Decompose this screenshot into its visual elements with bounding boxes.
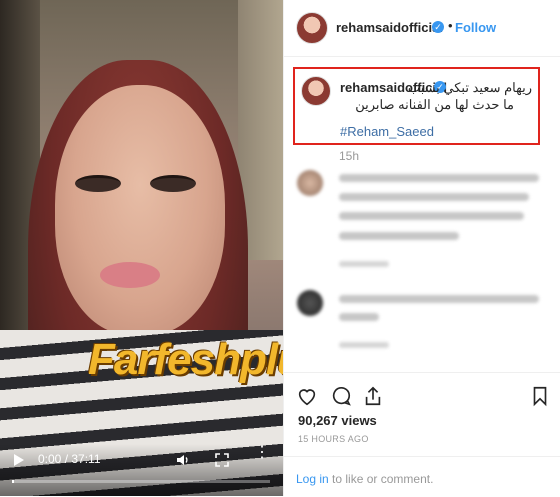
blurred-comment-text bbox=[339, 193, 529, 201]
action-bar bbox=[284, 372, 560, 417]
blurred-comment-text bbox=[339, 232, 459, 240]
comment-avatar[interactable] bbox=[297, 170, 323, 196]
video-controls: 0:00 / 37:11 ⋮ bbox=[0, 444, 283, 496]
separator-dot: • bbox=[448, 18, 453, 33]
site-watermark: Farfeshplus.com bbox=[88, 335, 283, 384]
verified-badge-icon: ✓ bbox=[432, 21, 444, 33]
login-prompt: Log in to like or comment. bbox=[284, 456, 560, 497]
volume-icon[interactable] bbox=[176, 453, 190, 467]
caption-text-line2: ما حدث لها من الفنانه صابرين bbox=[355, 97, 514, 112]
video-subject-eye bbox=[75, 175, 121, 192]
post-timestamp: 15 HOURS AGO bbox=[298, 434, 369, 444]
avatar[interactable] bbox=[296, 12, 328, 44]
video-subject-face bbox=[55, 85, 225, 335]
caption-text-line1: ريهام سعيد تبكي بسبب bbox=[407, 80, 532, 95]
blurred-comment-text bbox=[339, 174, 539, 182]
video-progress-fill bbox=[12, 480, 14, 483]
blurred-comment-text bbox=[339, 313, 379, 321]
blurred-comment-meta bbox=[339, 342, 389, 348]
blurred-comment-meta bbox=[339, 261, 389, 267]
video-time: 0:00 / 37:11 bbox=[38, 452, 101, 466]
blurred-comment-text bbox=[339, 295, 539, 303]
fullscreen-icon[interactable] bbox=[215, 453, 229, 467]
comment-icon[interactable] bbox=[330, 385, 352, 407]
post-header: rehamsaidofficial ✓ • Follow bbox=[284, 0, 560, 57]
heart-icon[interactable] bbox=[296, 385, 318, 407]
caption-timestamp: 15h bbox=[339, 149, 360, 163]
video-subject-lips bbox=[100, 262, 160, 288]
login-rest-text: to like or comment. bbox=[328, 472, 434, 486]
caption-hashtag[interactable]: #Reham_Saeed bbox=[340, 124, 434, 139]
video-progress-bar[interactable] bbox=[12, 480, 270, 483]
login-link[interactable]: Log in bbox=[296, 472, 329, 486]
comment-avatar[interactable] bbox=[297, 290, 323, 316]
blurred-comment-text bbox=[339, 212, 524, 220]
more-vertical-icon[interactable]: ⋮ bbox=[254, 445, 270, 461]
video-subject-eye bbox=[150, 175, 196, 192]
login-prompt-text: Log in to like or comment. bbox=[296, 472, 433, 486]
follow-button[interactable]: Follow bbox=[455, 20, 496, 35]
bookmark-icon[interactable] bbox=[529, 385, 551, 407]
post-panel: rehamsaidofficial ✓ • Follow rehamsaidof… bbox=[283, 0, 560, 496]
caption-highlight: rehamsaidofficial ✓ ريهام سعيد تبكي بسبب… bbox=[293, 67, 540, 145]
caption-avatar[interactable] bbox=[301, 76, 331, 106]
views-count: 90,267 views bbox=[298, 413, 377, 428]
video-player[interactable]: Farfeshplus.com 0:00 / 37:11 ⋮ bbox=[0, 0, 283, 496]
play-icon[interactable] bbox=[14, 454, 24, 466]
share-icon[interactable] bbox=[362, 385, 384, 407]
header-username[interactable]: rehamsaidofficial bbox=[336, 20, 443, 35]
